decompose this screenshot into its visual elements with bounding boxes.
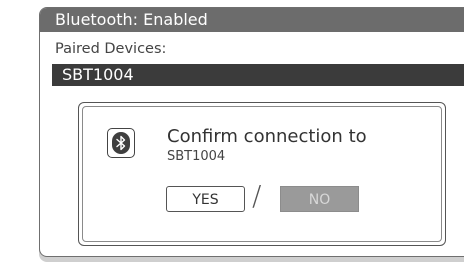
- bluetooth-window: Bluetooth: Enabled Paired Devices: SBT10…: [39, 7, 464, 257]
- bluetooth-icon-badge: [112, 132, 130, 154]
- dialog-inner-border: Confirm connection to SBT1004 YES / NO: [82, 106, 442, 242]
- no-button[interactable]: NO: [280, 186, 359, 212]
- paired-devices-label: Paired Devices:: [55, 41, 167, 57]
- bluetooth-screen: Bluetooth: Enabled Paired Devices: SBT10…: [39, 7, 464, 269]
- dialog-device-name: SBT1004: [167, 149, 226, 164]
- device-list-item-selected[interactable]: SBT1004: [52, 64, 464, 86]
- yes-button[interactable]: YES: [166, 186, 245, 212]
- bluetooth-icon: [107, 128, 135, 158]
- bluetooth-rune-icon: [116, 135, 126, 151]
- title-bar: Bluetooth: Enabled: [40, 8, 464, 32]
- dialog-message: Confirm connection to: [167, 126, 367, 147]
- confirm-connection-dialog: Confirm connection to SBT1004 YES / NO: [78, 102, 446, 246]
- button-separator: /: [252, 179, 262, 212]
